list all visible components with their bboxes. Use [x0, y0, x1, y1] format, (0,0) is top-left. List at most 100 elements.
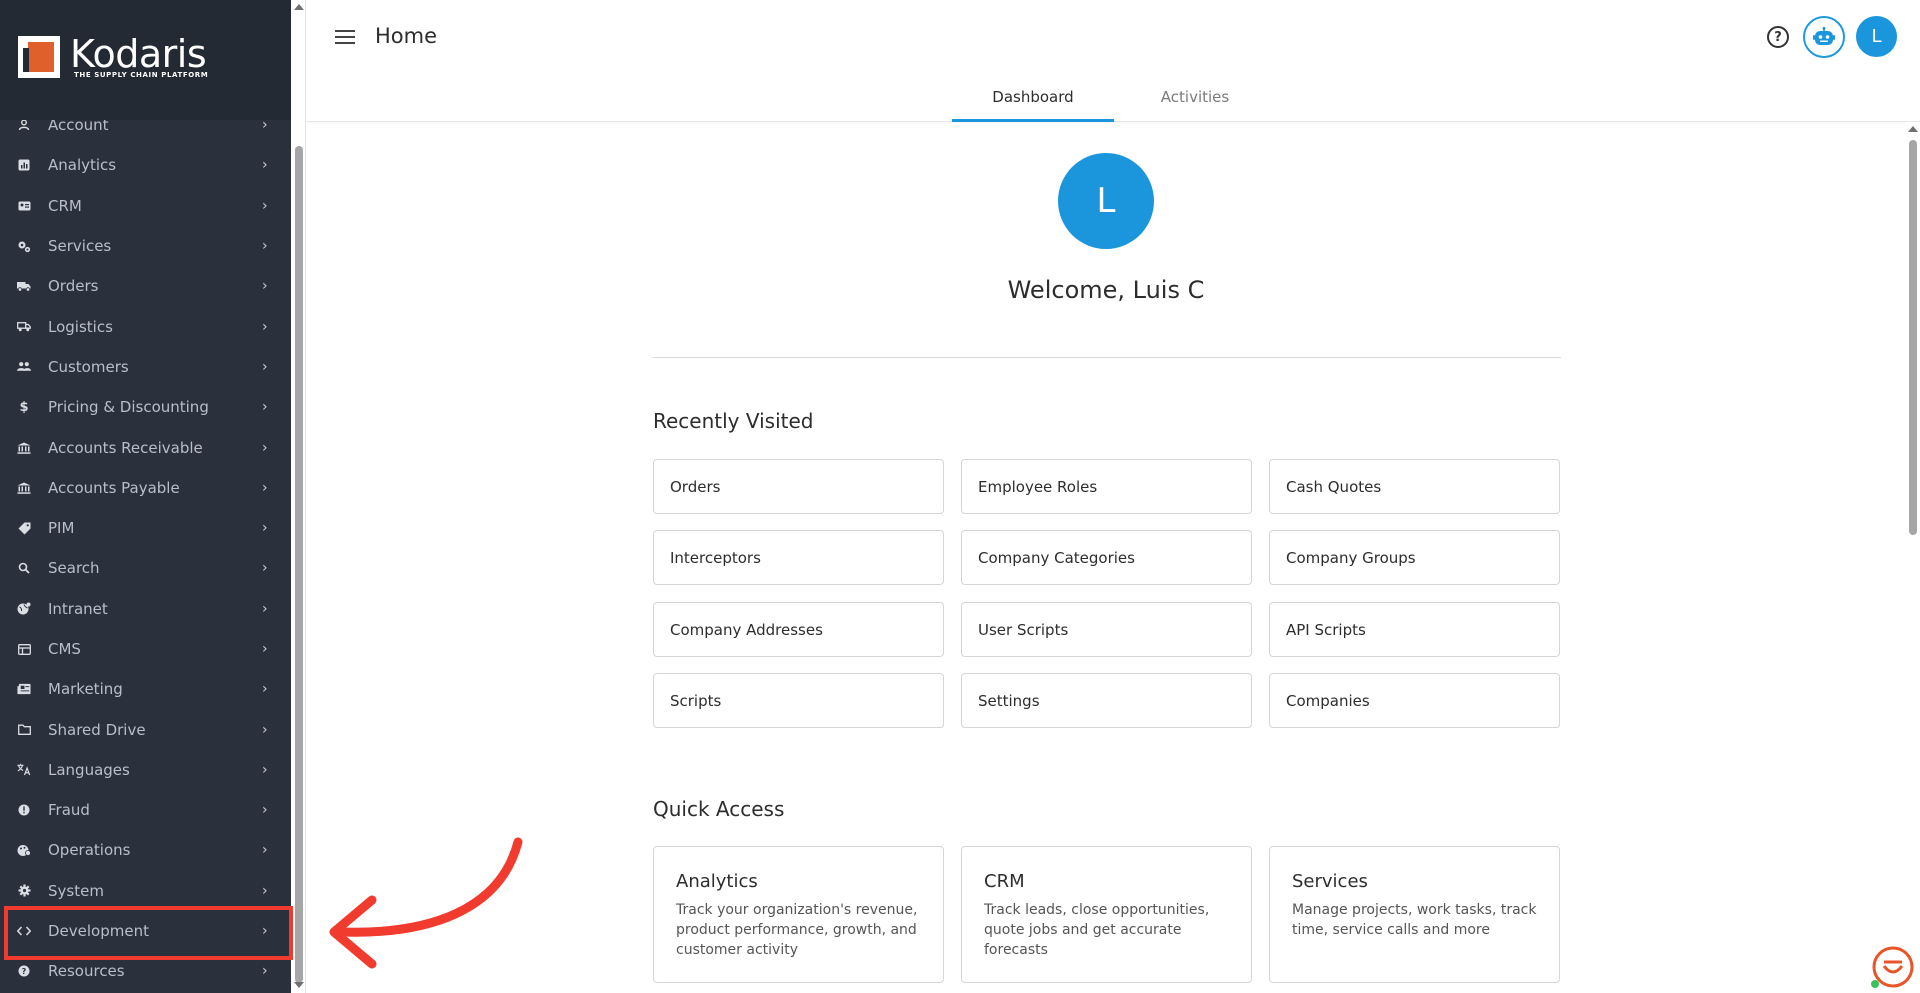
- recent-link-api-scripts[interactable]: API Scripts: [1269, 602, 1560, 657]
- sidebar-item-label: Accounts Receivable: [48, 438, 203, 457]
- analytics-icon: [17, 158, 31, 172]
- sidebar-item-services[interactable]: Services ›: [0, 226, 291, 266]
- recent-link-company-addresses[interactable]: Company Addresses: [653, 602, 944, 657]
- sidebar-item-logistics[interactable]: Logistics ›: [0, 306, 291, 346]
- robot-icon: [1813, 27, 1835, 45]
- chevron-right-icon: ›: [262, 157, 268, 174]
- recent-link-companies[interactable]: Companies: [1269, 673, 1560, 728]
- recent-link-company-groups[interactable]: Company Groups: [1269, 530, 1560, 585]
- gear-icon: [17, 884, 31, 898]
- chevron-right-icon: ›: [262, 641, 268, 657]
- recent-link-scripts[interactable]: Scripts: [653, 673, 944, 728]
- assistant-bot-button[interactable]: [1803, 16, 1845, 58]
- people-icon: [17, 360, 31, 374]
- scroll-up-arrow-icon[interactable]: [294, 4, 304, 10]
- chevron-right-icon: ›: [262, 681, 268, 698]
- contact-card-icon: [17, 199, 31, 213]
- sidebar-item-label: Resources: [48, 962, 125, 981]
- chevron-right-icon: ›: [262, 479, 268, 496]
- recent-link-employee-roles[interactable]: Employee Roles: [961, 459, 1252, 514]
- main-scrollbar-thumb[interactable]: [1909, 140, 1917, 535]
- sidebar-item-label: Analytics: [48, 156, 117, 175]
- gears-icon: [17, 239, 31, 253]
- alert-icon: [17, 803, 31, 817]
- chevron-right-icon: ›: [262, 560, 268, 577]
- sidebar-item-label: Operations: [48, 841, 131, 860]
- sidebar-item-languages[interactable]: Languages ›: [0, 750, 291, 790]
- brand-tagline: THE SUPPLY CHAIN PLATFORM: [74, 71, 209, 79]
- sidebar-item-label: Search: [48, 559, 100, 578]
- help-icon[interactable]: ?: [1767, 26, 1789, 48]
- user-avatar[interactable]: L: [1856, 16, 1897, 57]
- sidebar-item-analytics[interactable]: Analytics ›: [0, 145, 291, 185]
- sidebar-item-label: Pricing & Discounting: [48, 398, 209, 417]
- kodaris-logo-icon: [18, 36, 60, 78]
- recent-link-orders[interactable]: Orders: [653, 459, 944, 514]
- sidebar-item-label: Services: [48, 237, 112, 256]
- sidebar-item-label: Customers: [48, 357, 129, 376]
- palette-icon: [17, 843, 31, 857]
- search-icon: [17, 561, 31, 575]
- sidebar-item-pricing-discounting[interactable]: $ Pricing & Discounting ›: [0, 387, 291, 427]
- sidebar-item-shared-drive[interactable]: Shared Drive ›: [0, 709, 291, 749]
- scroll-down-arrow-icon[interactable]: [294, 982, 304, 988]
- quick-access-analytics[interactable]: Analytics Track your organization's reve…: [653, 846, 944, 983]
- sidebar-item-accounts-receivable[interactable]: Accounts Receivable ›: [0, 427, 291, 467]
- welcome-message: Welcome, Luis C: [1007, 276, 1205, 304]
- chevron-right-icon: ›: [262, 802, 268, 819]
- brand-name: Kodaris: [70, 32, 207, 76]
- sidebar-item-accounts-payable[interactable]: Accounts Payable ›: [0, 468, 291, 508]
- recent-link-interceptors[interactable]: Interceptors: [653, 530, 944, 585]
- sidebar-item-orders[interactable]: Orders ›: [0, 266, 291, 306]
- svg-text:?: ?: [22, 967, 27, 976]
- sidebar-item-customers[interactable]: Customers ›: [0, 347, 291, 387]
- chevron-right-icon: ›: [262, 197, 268, 214]
- quick-access-card-description: Track your organization's revenue, produ…: [676, 902, 918, 958]
- recent-link-company-categories[interactable]: Company Categories: [961, 530, 1252, 585]
- sidebar-item-label: CRM: [48, 196, 82, 215]
- sidebar-item-pim[interactable]: PIM ›: [0, 508, 291, 548]
- quick-access-title: Quick Access: [653, 797, 785, 821]
- welcome-avatar: L: [1058, 153, 1154, 249]
- sidebar-scrollbar-thumb[interactable]: [295, 146, 303, 983]
- quick-access-card-title: Services: [1292, 871, 1368, 892]
- chevron-right-icon: ›: [262, 963, 268, 980]
- dollar-icon: $: [19, 399, 29, 415]
- sidebar-item-crm[interactable]: CRM ›: [0, 186, 291, 226]
- tab-dashboard[interactable]: Dashboard: [952, 80, 1114, 122]
- sidebar-item-system[interactable]: System ›: [0, 871, 291, 911]
- person-icon: [17, 118, 31, 132]
- sidebar-item-marketing[interactable]: Marketing ›: [0, 669, 291, 709]
- sidebar-item-cms[interactable]: CMS ›: [0, 629, 291, 669]
- sidebar-item-label: Logistics: [48, 317, 113, 336]
- recent-link-settings[interactable]: Settings: [961, 673, 1252, 728]
- hamburger-menu-icon[interactable]: [335, 26, 357, 48]
- tab-activities[interactable]: Activities: [1114, 80, 1276, 122]
- sidebar-item-fraud[interactable]: Fraud ›: [0, 790, 291, 830]
- sidebar-item-label: Accounts Payable: [48, 478, 180, 497]
- delivery-truck-icon: [17, 320, 31, 334]
- chat-support-icon[interactable]: [1866, 942, 1916, 992]
- sidebar-item-label: Languages: [48, 760, 130, 779]
- sidebar-item-intranet[interactable]: Intranet ›: [0, 589, 291, 629]
- sidebar-item-label: Marketing: [48, 680, 123, 699]
- recent-link-cash-quotes[interactable]: Cash Quotes: [1269, 459, 1560, 514]
- quick-access-crm[interactable]: CRM Track leads, close opportunities, qu…: [961, 846, 1252, 983]
- chevron-right-icon: ›: [262, 600, 268, 617]
- scroll-up-arrow-icon[interactable]: [1908, 126, 1918, 132]
- chevron-right-icon: ›: [262, 721, 268, 738]
- sidebar-item-label: System: [48, 881, 104, 900]
- sidebar-item-label: Intranet: [48, 599, 108, 618]
- quick-access-services[interactable]: Services Manage projects, work tasks, tr…: [1269, 846, 1560, 983]
- chevron-right-icon: ›: [262, 761, 268, 778]
- recent-link-user-scripts[interactable]: User Scripts: [961, 602, 1252, 657]
- chevron-right-icon: ›: [262, 358, 268, 375]
- sidebar-item-label: Orders: [48, 277, 99, 296]
- brand-header: Kodaris THE SUPPLY CHAIN PLATFORM: [0, 0, 291, 120]
- globe-icon: [17, 602, 31, 616]
- sidebar-item-search[interactable]: Search ›: [0, 548, 291, 588]
- chevron-right-icon: ›: [262, 882, 268, 899]
- sidebar-item-operations[interactable]: Operations ›: [0, 830, 291, 870]
- sidebar-item-label: PIM: [48, 519, 75, 538]
- quick-access-card-title: Analytics: [676, 871, 758, 892]
